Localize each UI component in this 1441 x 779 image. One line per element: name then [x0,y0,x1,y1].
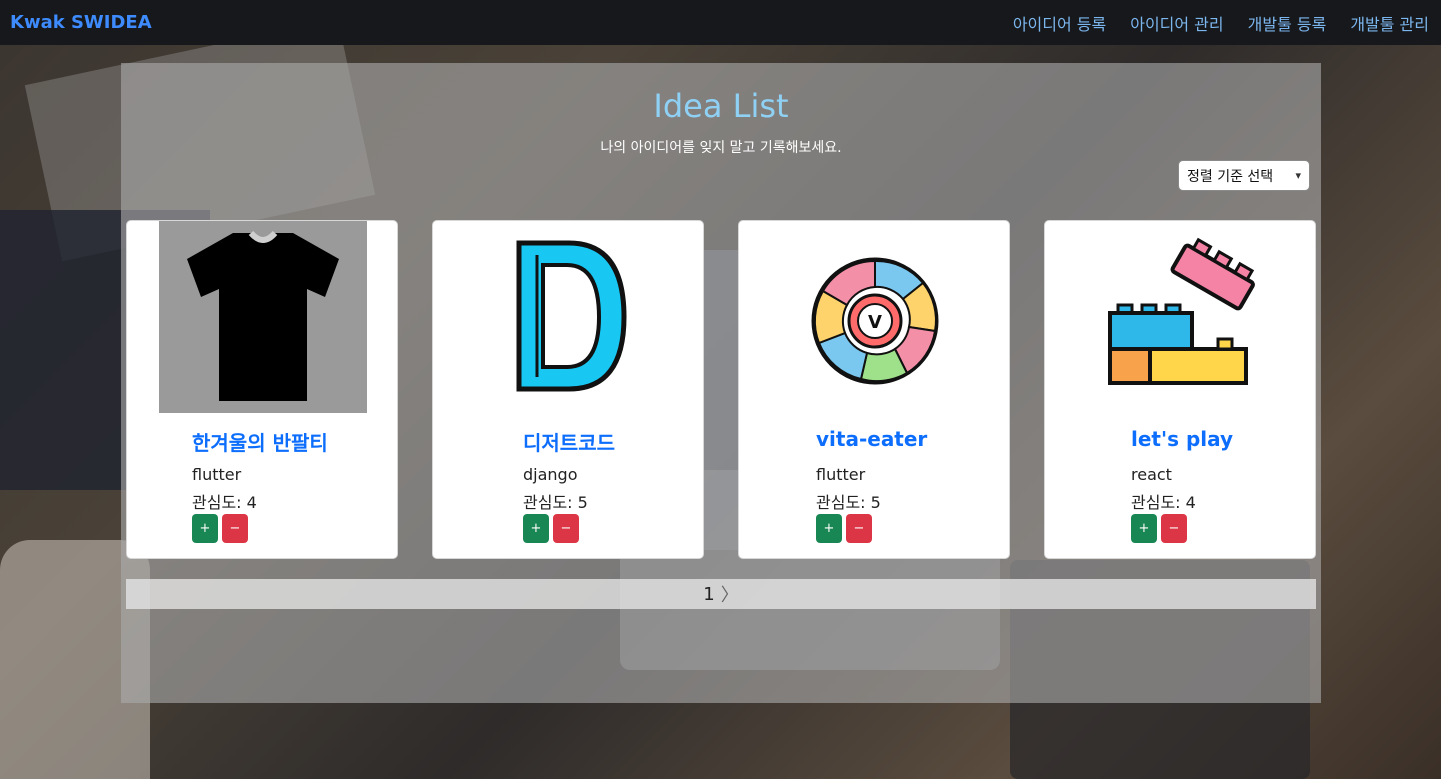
idea-card[interactable]: V vita-eater flutter 관심도: 5 + − [738,220,1010,559]
sort-select[interactable]: 정렬 기준 선택 ▾ [1178,160,1310,191]
lego-blocks-icon [1108,237,1255,385]
interest-plus-button[interactable]: + [1131,514,1157,543]
interest-plus-button[interactable]: + [523,514,549,543]
navbar: Kwak SWIDEA 아이디어 등록 아이디어 관리 개발툴 등록 개발툴 관… [0,0,1441,45]
interest-minus-button[interactable]: − [553,514,579,543]
idea-card-interest: 관심도: 4 [1131,493,1196,512]
idea-card-interest: 관심도: 5 [816,493,881,512]
nav-link-devtool-register[interactable]: 개발툴 등록 [1248,11,1327,35]
chevron-right-icon[interactable]: 〉 [721,581,739,607]
nav-links: 아이디어 등록 아이디어 관리 개발툴 등록 개발툴 관리 [989,11,1429,35]
idea-card[interactable]: let's play react 관심도: 4 + − [1044,220,1316,559]
idea-card-tech: react [1131,465,1172,484]
chevron-down-icon: ▾ [1295,169,1301,182]
brand-logo[interactable]: Kwak SWIDEA [10,12,152,33]
page-title: Idea List [653,87,789,125]
pagination: 1 〉 [126,579,1316,609]
idea-card-title[interactable]: vita-eater [816,427,927,451]
idea-card-title[interactable]: let's play [1131,427,1233,451]
interest-plus-button[interactable]: + [192,514,218,543]
idea-card-interest: 관심도: 4 [192,493,257,512]
idea-card-title[interactable]: 디저트코드 [523,427,615,456]
page-subtitle: 나의 아이디어를 잊지 말고 기록해보세요. [600,140,842,156]
idea-card-image[interactable] [433,221,705,414]
nav-link-idea-manage[interactable]: 아이디어 관리 [1130,11,1223,35]
idea-card-tech: flutter [192,465,242,484]
idea-card-image[interactable] [1045,221,1317,414]
interest-plus-button[interactable]: + [816,514,842,543]
vitamin-wheel-icon: V [811,257,939,385]
idea-card-tech: django [523,465,578,484]
interest-minus-button[interactable]: − [1161,514,1187,543]
interest-minus-button[interactable]: − [222,514,248,543]
idea-card-image[interactable] [127,221,399,414]
idea-card-image[interactable]: V [739,221,1011,414]
sort-select-label: 정렬 기준 선택 [1187,168,1274,185]
nav-link-devtool-manage[interactable]: 개발툴 관리 [1350,11,1429,35]
idea-card-title[interactable]: 한겨울의 반팔티 [192,427,328,456]
interest-minus-button[interactable]: − [846,514,872,543]
tshirt-icon [159,221,367,413]
page-number-current[interactable]: 1 [703,584,714,605]
idea-list-panel: Idea List 나의 아이디어를 잊지 말고 기록해보세요. 정렬 기준 선… [121,63,1321,703]
svg-text:V: V [868,312,882,333]
idea-card[interactable]: 한겨울의 반팔티 flutter 관심도: 4 + − [126,220,398,559]
nav-link-idea-register[interactable]: 아이디어 등록 [1013,11,1106,35]
idea-card-interest: 관심도: 5 [523,493,588,512]
idea-card[interactable]: 디저트코드 django 관심도: 5 + − [432,220,704,559]
idea-card-tech: flutter [816,465,866,484]
letter-d-icon [516,240,627,392]
